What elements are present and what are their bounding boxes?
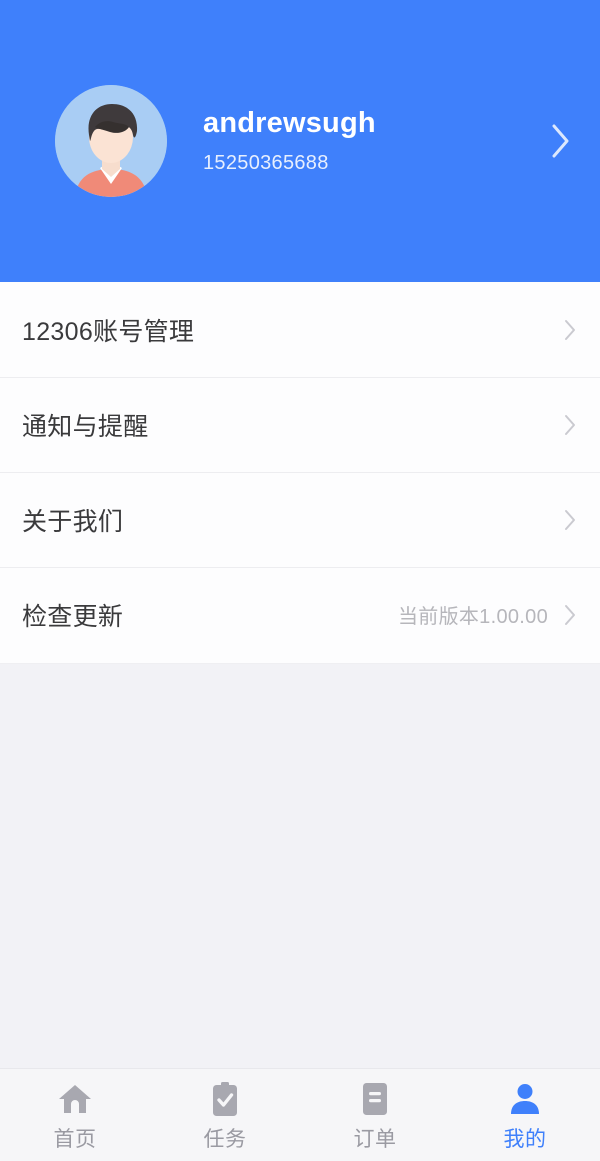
clipboard-check-icon bbox=[207, 1081, 243, 1117]
empty-content-area bbox=[0, 663, 600, 1068]
tab-home[interactable]: 首页 bbox=[0, 1069, 150, 1161]
tab-profile[interactable]: 我的 bbox=[450, 1069, 600, 1161]
chevron-right-icon bbox=[562, 602, 578, 628]
menu-item-notifications[interactable]: 通知与提醒 bbox=[0, 377, 600, 472]
tab-order[interactable]: 订单 bbox=[300, 1069, 450, 1161]
chevron-right-icon bbox=[562, 412, 578, 438]
profile-screen: andrewsugh 15250365688 12306账号管理 通知与提醒 关… bbox=[0, 0, 600, 1161]
menu-item-label: 检查更新 bbox=[22, 602, 124, 631]
menu-item-label: 12306账号管理 bbox=[22, 317, 195, 346]
user-info: andrewsugh 15250365688 bbox=[203, 107, 376, 175]
user-phone: 15250365688 bbox=[203, 152, 329, 175]
menu-item-check-update[interactable]: 检查更新 当前版本1.00.00 bbox=[0, 567, 600, 662]
bottom-navigation-bar: 首页 任务 订单 我的 bbox=[0, 1068, 600, 1161]
home-icon bbox=[57, 1081, 93, 1117]
tab-label: 任务 bbox=[203, 1128, 247, 1151]
menu-item-about-us[interactable]: 关于我们 bbox=[0, 472, 600, 567]
chevron-right-icon bbox=[562, 507, 578, 533]
tab-label: 首页 bbox=[53, 1128, 97, 1151]
tab-label: 我的 bbox=[503, 1128, 547, 1151]
chevron-right-icon bbox=[562, 317, 578, 343]
tab-label: 订单 bbox=[353, 1128, 397, 1151]
order-list-icon bbox=[357, 1081, 393, 1117]
username: andrewsugh bbox=[203, 106, 376, 139]
avatar[interactable] bbox=[55, 85, 167, 197]
menu-item-label: 通知与提醒 bbox=[22, 412, 149, 441]
tab-task[interactable]: 任务 bbox=[150, 1069, 300, 1161]
menu-item-label: 关于我们 bbox=[22, 507, 124, 536]
chevron-right-icon[interactable] bbox=[548, 121, 574, 161]
menu-item-12306-account[interactable]: 12306账号管理 bbox=[0, 282, 600, 377]
settings-menu-list: 12306账号管理 通知与提醒 关于我们 检查更新 当前版本1.00.00 bbox=[0, 282, 600, 663]
app-version-value: 当前版本1.00.00 bbox=[397, 606, 548, 628]
profile-header[interactable]: andrewsugh 15250365688 bbox=[0, 0, 600, 282]
person-icon bbox=[507, 1081, 543, 1117]
